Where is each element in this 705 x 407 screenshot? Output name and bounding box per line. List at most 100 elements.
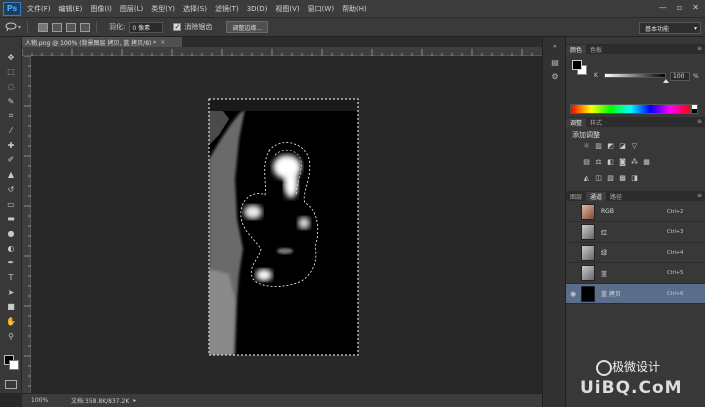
refine-edge-button[interactable]: 调整边缘... [226,21,269,33]
menu-3d[interactable]: 3D(D) [247,5,268,13]
hue-sat-icon[interactable]: ▤ [582,158,591,166]
menu-filter[interactable]: 滤镜(T) [215,4,239,14]
selective-color-icon[interactable]: ◨ [630,174,639,182]
k-value-input[interactable]: 100 [670,72,690,81]
chevron-right-icon[interactable]: ▸ [133,397,136,404]
exposure-icon[interactable]: ◪ [618,142,627,150]
channel-row[interactable]: 绿 Ctrl+4 [566,243,705,263]
zoom-level[interactable]: 100% [31,397,71,404]
eyedropper-icon[interactable]: ⁄ [4,125,18,137]
tab-paths[interactable]: 路径 [606,192,626,201]
black-white-ramp[interactable] [691,104,698,114]
feather-input[interactable]: 0 像素 [129,21,164,33]
menu-edit[interactable]: 编辑(E) [59,4,83,14]
channel-row[interactable]: ◉ 蓝 拷贝 Ctrl+6 [566,284,705,304]
collapse-icon[interactable]: » [549,41,561,52]
dodge-icon[interactable]: ◐ [4,242,18,254]
zoom-icon[interactable]: ⚲ [4,330,18,342]
path-select-icon[interactable]: ➤ [4,286,18,298]
brightness-icon[interactable]: ☼ [582,142,591,150]
chevron-down-icon[interactable]: ▾ [18,24,21,31]
tab-color[interactable]: 颜色 [566,45,587,54]
k-slider[interactable] [604,73,666,78]
channel-shortcut: Ctrl+6 [667,290,684,297]
add-adjustment-title: 添加调整 [572,131,600,139]
tools-panel: ✥ ⬚ ◌ ✎ ⌗ ⁄ ✚ ✐ ▲ ↺ ▭ ▬ ● ◐ ✒ T ➤ ■ ✋ ⚲ [0,37,22,393]
subtract-selection-button[interactable] [66,22,77,32]
menu-help[interactable]: 帮助(H) [342,4,367,14]
history-brush-icon[interactable]: ↺ [4,183,18,195]
invert-icon[interactable]: ◭ [582,174,591,182]
menu-image[interactable]: 图像(I) [90,4,112,14]
pen-icon[interactable]: ✒ [4,257,18,269]
properties-icon[interactable]: ⚙ [549,71,561,82]
panel-menu-icon[interactable]: ≡ [697,192,702,199]
color-foreground-swatch[interactable] [572,60,582,70]
background-color-swatch[interactable] [9,360,19,370]
threshold-icon[interactable]: ▧ [606,174,615,182]
menu-window[interactable]: 窗口(W) [308,4,334,14]
document-info[interactable]: 文档:358.8K/837.2K [71,396,129,405]
lasso-tool-preset-icon[interactable] [5,22,17,33]
marquee-icon[interactable]: ⬚ [4,66,18,78]
intersect-selection-button[interactable] [80,22,91,32]
channel-row[interactable]: RGB Ctrl+2 [566,202,705,222]
lasso-icon[interactable]: ◌ [4,80,18,92]
close-tab-icon[interactable]: × [160,39,165,46]
tab-styles[interactable]: 样式 [586,118,606,127]
levels-icon[interactable]: ▥ [594,142,603,150]
workspace-select[interactable]: 基本功能 ▾ [639,22,701,34]
add-selection-button[interactable] [52,22,63,32]
vibrance-icon[interactable]: ▽ [630,142,639,150]
menu-select[interactable]: 选择(S) [183,4,207,14]
channel-row[interactable]: 红 Ctrl+3 [566,223,705,243]
curves-icon[interactable]: ◩ [606,142,615,150]
menu-file[interactable]: 文件(F) [27,4,51,14]
photo-filter-icon[interactable]: ◙ [618,158,627,166]
black-white-icon[interactable]: ◧ [606,158,615,166]
brush-icon[interactable]: ✐ [4,154,18,166]
move-icon[interactable]: ✥ [4,51,18,63]
color-balance-icon[interactable]: ⚖ [594,158,603,166]
status-bar: 100% 文档:358.8K/837.2K ▸ [22,393,542,407]
tab-adjustments[interactable]: 调整 [566,118,587,127]
chevron-down-icon: ▾ [693,24,697,32]
antialias-checkbox[interactable]: ✓ [173,23,182,31]
eraser-icon[interactable]: ▭ [4,198,18,210]
k-slider-thumb[interactable] [663,79,669,83]
rectangle-icon[interactable]: ■ [4,301,18,313]
tab-layers[interactable]: 图层 [566,192,586,201]
panel-menu-icon[interactable]: ≡ [697,45,702,52]
minimize-button[interactable]: — [659,3,667,12]
posterize-icon[interactable]: ◫ [594,174,603,182]
quick-mask-icon[interactable] [5,380,17,389]
new-selection-button[interactable] [38,22,49,32]
channel-mixer-icon[interactable]: ⁂ [630,158,639,166]
gradient-icon[interactable]: ▬ [4,213,18,225]
tab-swatches[interactable]: 色板 [586,45,606,54]
clone-stamp-icon[interactable]: ▲ [4,169,18,181]
k-unit: % [693,73,699,80]
tab-channels[interactable]: 通道 [586,192,607,201]
close-button[interactable]: ✕ [692,3,699,12]
menu-type[interactable]: 类型(Y) [151,4,175,14]
crop-icon[interactable]: ⌗ [4,110,18,122]
hand-icon[interactable]: ✋ [4,316,18,328]
quick-select-icon[interactable]: ✎ [4,95,18,107]
document-tab[interactable]: 人物.png @ 100% (背景图层 拷贝, 蓝 拷贝/8) * × [22,37,182,47]
gradient-map-icon[interactable]: ▩ [618,174,627,182]
healing-icon[interactable]: ✚ [4,139,18,151]
color-lookup-icon[interactable]: ▦ [642,158,651,166]
history-icon[interactable]: ▤ [549,57,561,68]
photoshop-window: Ps 文件(F) 编辑(E) 图像(I) 图层(L) 类型(Y) 选择(S) 滤… [0,0,705,407]
panel-menu-icon[interactable]: ≡ [697,118,702,125]
channel-name: RGB [601,208,614,215]
blur-icon[interactable]: ● [4,227,18,239]
visibility-eye-icon[interactable]: ◉ [569,290,577,298]
menu-view[interactable]: 视图(V) [275,4,299,14]
maximize-button[interactable]: ▫ [677,3,682,12]
color-spectrum[interactable] [570,104,691,114]
menu-layer[interactable]: 图层(L) [120,4,143,14]
type-icon[interactable]: T [4,272,18,284]
channel-row[interactable]: 蓝 Ctrl+5 [566,264,705,284]
